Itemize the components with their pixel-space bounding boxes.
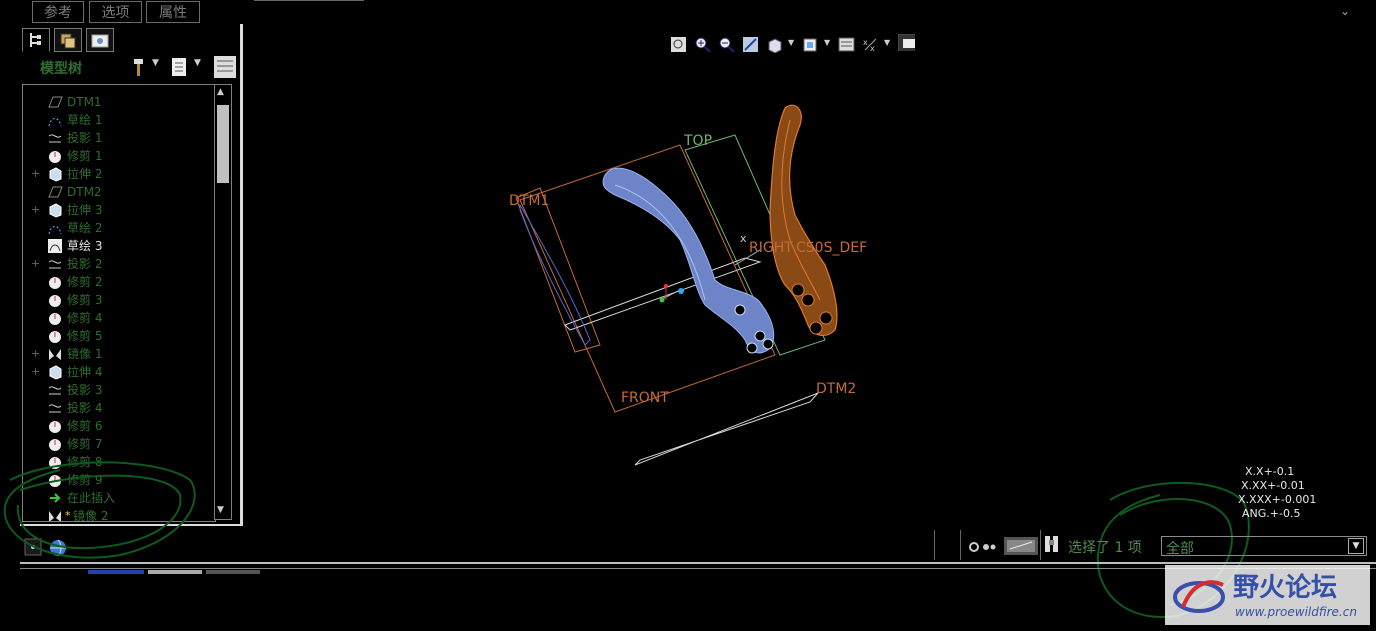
csys-axis-label: x — [740, 232, 747, 245]
status-divider-1 — [934, 530, 935, 560]
taskbar-slot-2 — [148, 570, 202, 574]
datum-label-top: TOP — [684, 133, 713, 149]
datum-label-dtm2: DTM2 — [816, 381, 857, 397]
watermark-logo-icon — [1173, 580, 1225, 613]
datum-plane-top — [564, 257, 819, 466]
datum-label-front: FRONT — [621, 390, 669, 406]
status-divider-2 — [960, 530, 961, 560]
status-divider-3 — [1040, 530, 1041, 560]
datum-label-right: RIGHT — [749, 240, 793, 256]
filter-select-value: 全部 — [1166, 541, 1194, 557]
taskbar-slot-1 — [88, 570, 144, 574]
bottom-rule — [20, 562, 1376, 564]
blade-orange-part — [769, 104, 838, 337]
tolerance-3: X.XXX+-0.001 — [1238, 493, 1317, 506]
glasses-icon[interactable] — [968, 538, 996, 554]
datum-label-csys: CS0S_DEF — [796, 240, 868, 256]
datum-label-dtm1: DTM1 — [509, 193, 550, 209]
tolerance-1: X.X+-0.1 — [1245, 465, 1295, 478]
watermark-url: www.proewildfire.cn — [1235, 605, 1357, 619]
hand-drawn-circle-tree — [3, 461, 196, 559]
watermark: 野火论坛 www.proewildfire.cn — [1165, 565, 1370, 625]
tolerance-4: ANG.+-0.5 — [1242, 507, 1301, 520]
selection-status: 选择了 1 项 — [1068, 540, 1142, 556]
binoculars-icon[interactable] — [1044, 534, 1060, 556]
taskbar-slot-3 — [206, 570, 260, 574]
tolerance-2: X.XX+-0.01 — [1241, 479, 1305, 492]
datum-plane-dtm1 — [515, 187, 601, 353]
sketch-filter-icon[interactable] — [1004, 537, 1038, 555]
watermark-title: 野火论坛 — [1233, 573, 1338, 603]
filter-dropdown-arrow[interactable]: ▼ — [1348, 538, 1364, 554]
filter-select[interactable]: 全部 ▼ — [1161, 536, 1367, 557]
blade-blue-part — [602, 167, 775, 354]
